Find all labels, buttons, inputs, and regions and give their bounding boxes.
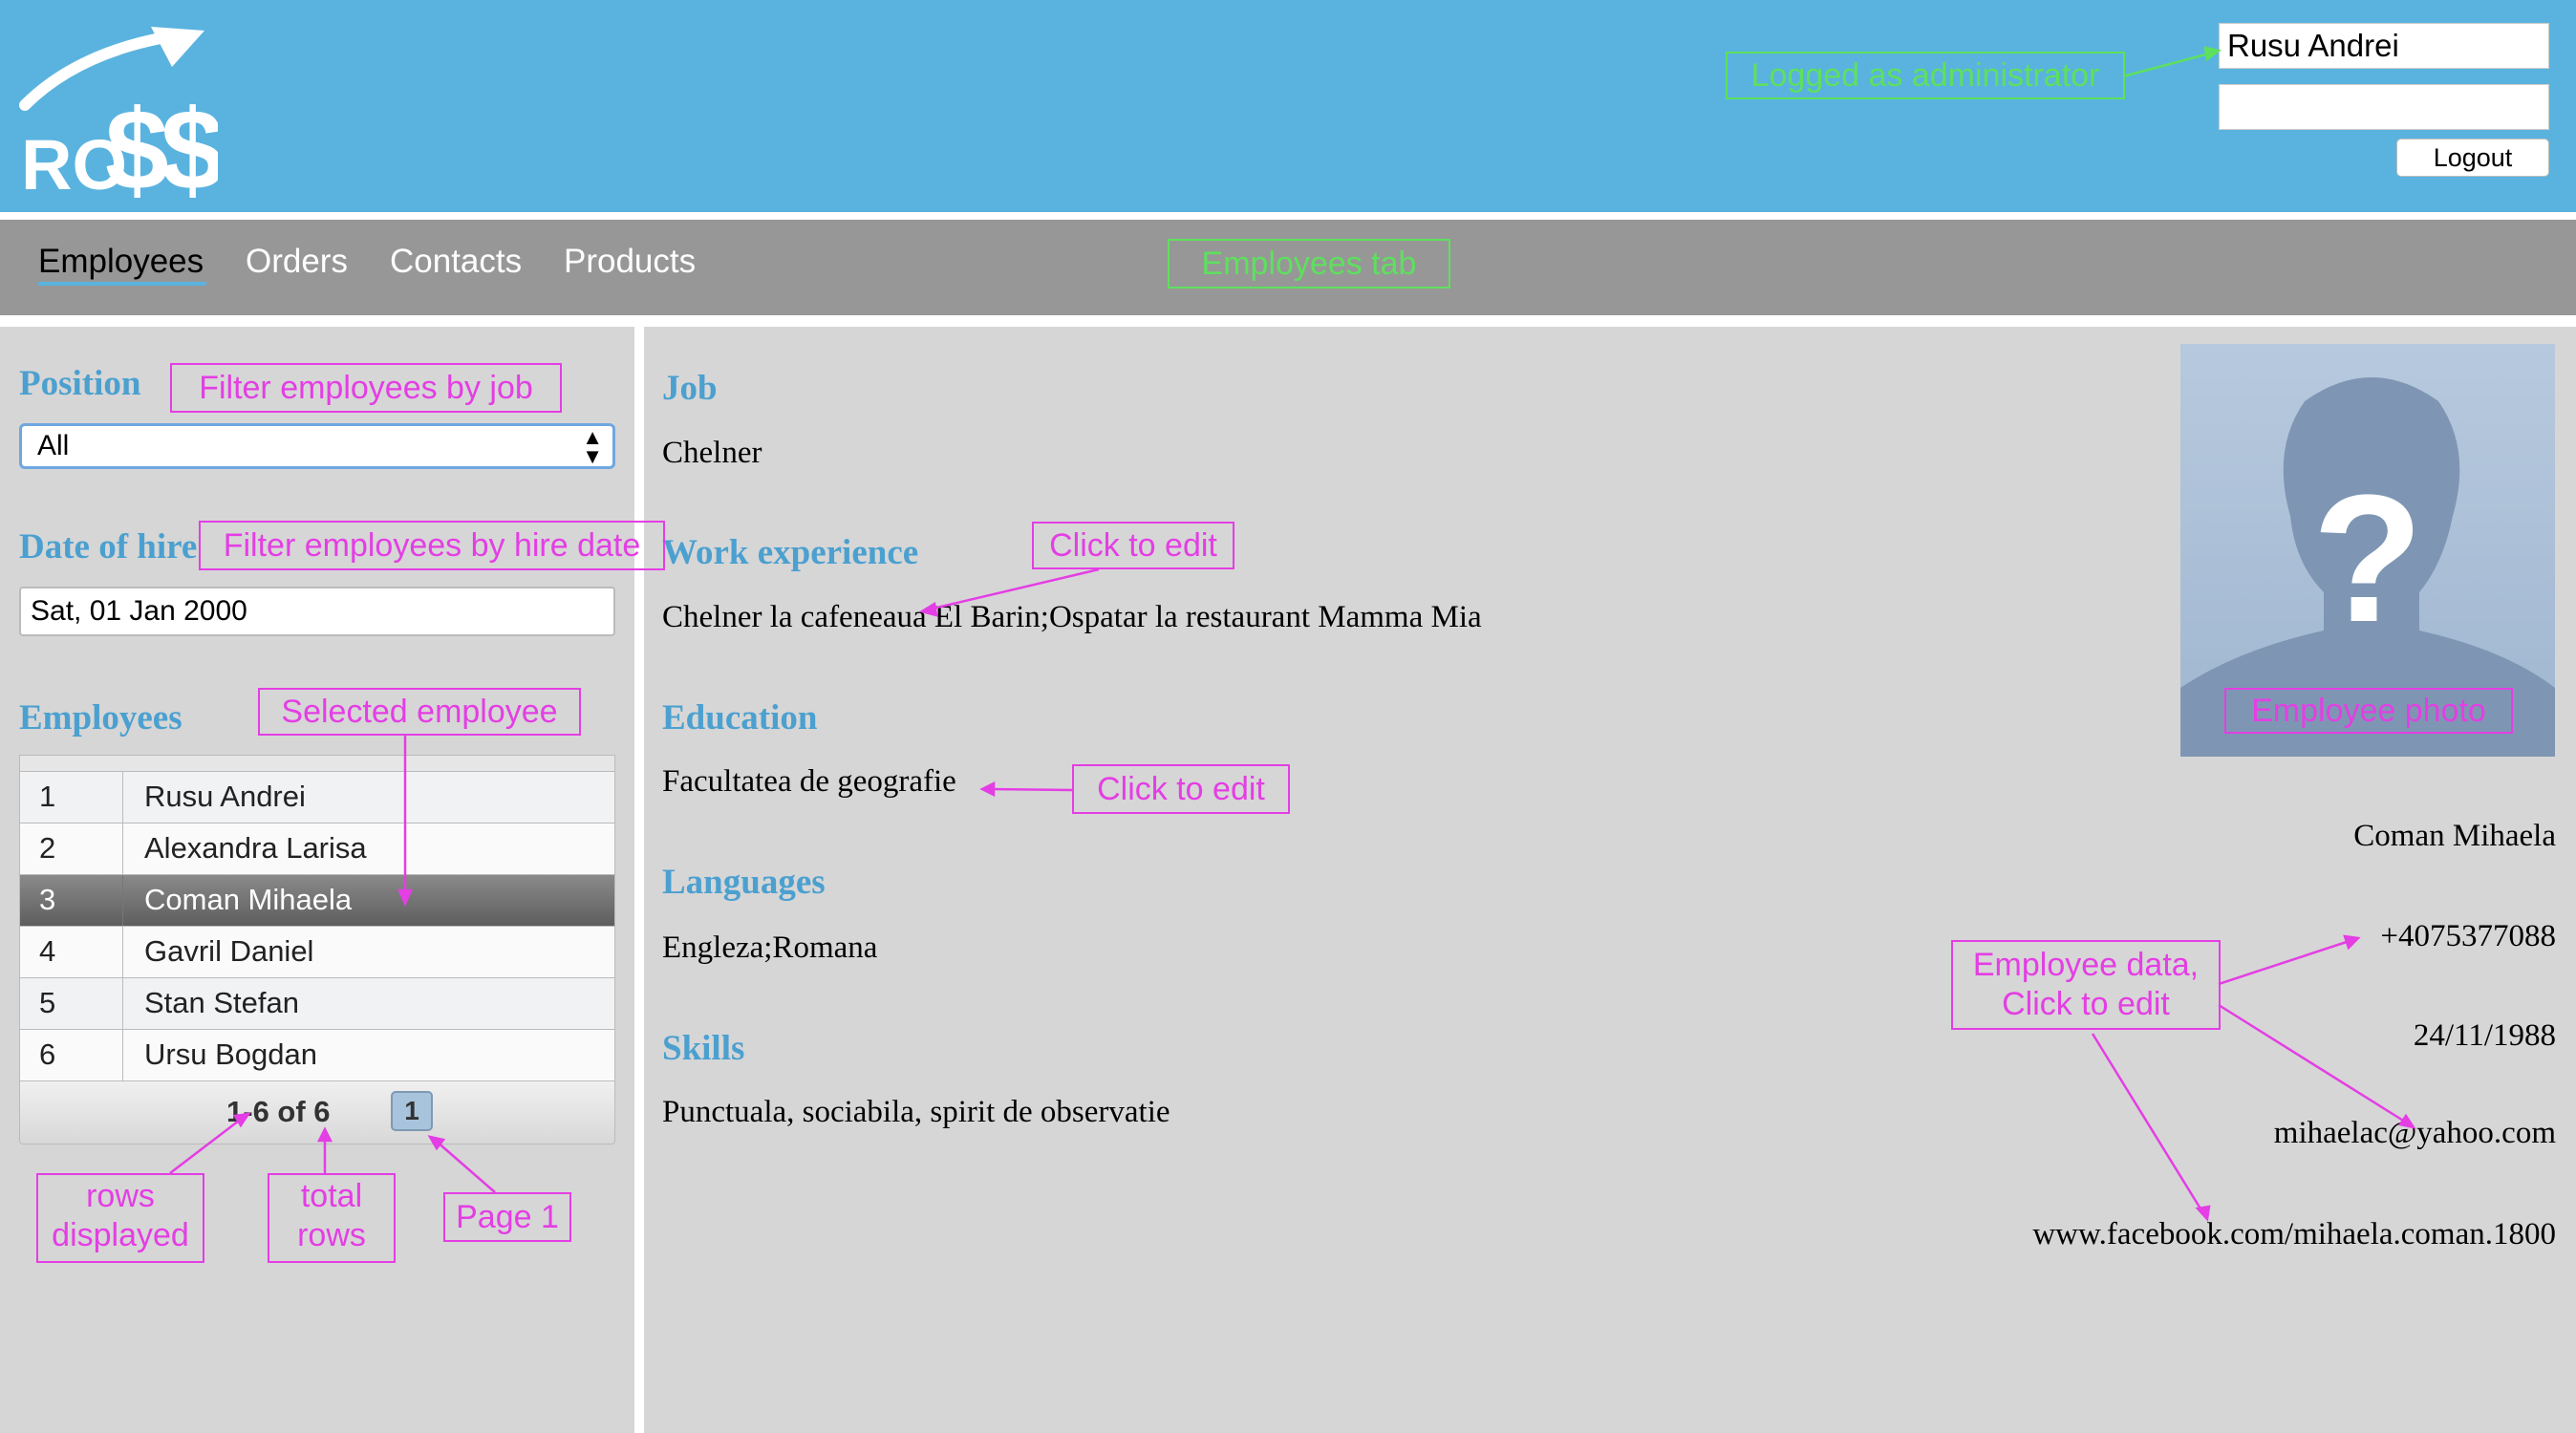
position-select[interactable]: All ▲ ▼ (19, 423, 615, 469)
work-experience-value[interactable]: Chelner la cafeneaua El Barin;Ospatar la… (662, 600, 1482, 635)
tab-contacts[interactable]: Contacts (390, 243, 522, 281)
hire-date-input[interactable]: Sat, 01 Jan 2000 (19, 587, 615, 636)
tab-orders[interactable]: Orders (246, 243, 348, 281)
row-id: 3 (20, 875, 123, 926)
annotation-click-to-edit: Click to edit (1032, 522, 1234, 569)
table-row[interactable]: 2 Alexandra Larisa (19, 823, 615, 875)
row-name: Ursu Bogdan (144, 1037, 317, 1071)
tab-employees[interactable]: Employees (38, 243, 204, 281)
logo-icon: RO $ $ (19, 27, 218, 199)
logout-button[interactable]: Logout (2396, 139, 2549, 177)
annotation-filter-hire: Filter employees by hire date (199, 521, 665, 570)
annotation-employees-tab: Employees tab (1168, 239, 1450, 289)
contact-facebook[interactable]: www.facebook.com/mihaela.coman.1800 (2032, 1217, 2556, 1252)
annotation-rows-displayed: rows displayed (36, 1173, 204, 1263)
row-id: 1 (20, 772, 123, 823)
pager-info: 1-6 of 6 (226, 1095, 331, 1128)
skills-value[interactable]: Punctuala, sociabila, spirit de observat… (662, 1095, 1170, 1130)
row-id: 2 (20, 823, 123, 874)
annotation-logged-as: Logged as administrator (1726, 52, 2125, 99)
table-row-selected[interactable]: 3 Coman Mihaela (19, 875, 615, 927)
svg-text:?: ? (2312, 458, 2423, 660)
annotation-page-1: Page 1 (443, 1192, 571, 1242)
table-body: 1 Rusu Andrei 2 Alexandra Larisa 3 Coman Mi… (19, 772, 615, 1081)
row-name: Coman Mihaela (144, 883, 353, 916)
annotation-selected-employee: Selected employee (258, 688, 581, 736)
svg-text:$: $ (161, 86, 218, 199)
annotation-line: rows (297, 1216, 366, 1253)
annotation-employee-data: Employee data, Click to edit (1951, 940, 2221, 1030)
annotation-filter-job: Filter employees by job (170, 363, 562, 413)
app-header: RO $ $ Rusu Andrei Logout (0, 0, 2576, 212)
tab-products[interactable]: Products (564, 243, 696, 281)
employees-table: 1 Rusu Andrei 2 Alexandra Larisa 3 Coman Mi… (19, 755, 615, 1144)
employees-label: Employees (19, 698, 182, 738)
row-id: 4 (20, 927, 123, 977)
row-name: Alexandra Larisa (144, 831, 367, 865)
row-name: Rusu Andrei (144, 780, 306, 813)
row-name: Stan Stefan (144, 986, 300, 1019)
row-name: Gavril Daniel (144, 934, 314, 968)
hire-date-label: Date of hire (19, 527, 198, 567)
contact-name[interactable]: Coman Mihaela (2353, 819, 2556, 854)
user-name-field: Rusu Andrei (2219, 23, 2549, 69)
annotation-total-rows: total rows (268, 1173, 396, 1263)
table-row[interactable]: 5 Stan Stefan (19, 978, 615, 1030)
languages-label: Languages (662, 863, 826, 902)
user-role-field (2219, 84, 2549, 130)
row-id: 6 (20, 1030, 123, 1080)
annotation-click-to-edit: Click to edit (1072, 764, 1290, 814)
annotation-line: rows (86, 1178, 155, 1214)
table-row[interactable]: 4 Gavril Daniel (19, 927, 615, 978)
job-label: Job (662, 369, 718, 408)
languages-value[interactable]: Engleza;Romana (662, 930, 877, 966)
contact-email[interactable]: mihaelac@yahoo.com (2274, 1116, 2556, 1151)
contact-birthdate[interactable]: 24/11/1988 (2414, 1018, 2556, 1054)
table-header (19, 755, 615, 772)
education-value[interactable]: Facultatea de geografie (662, 764, 956, 800)
annotation-line: Employee data, (1972, 947, 2200, 983)
annotation-line: Click to edit (2002, 985, 2170, 1022)
contact-phone[interactable]: +4075377088 (2380, 919, 2556, 954)
active-tab-indicator (38, 282, 206, 286)
position-label: Position (19, 364, 141, 403)
skills-label: Skills (662, 1029, 745, 1068)
up-down-arrows-icon: ▲ ▼ (582, 425, 603, 468)
page-1-button[interactable]: 1 (391, 1091, 433, 1131)
education-label: Education (662, 698, 818, 738)
table-pager: 1-6 of 6 1 (19, 1081, 615, 1144)
table-row[interactable]: 6 Ursu Bogdan (19, 1030, 615, 1081)
annotation-employee-photo: Employee photo (2224, 688, 2513, 734)
work-experience-label: Work experience (662, 533, 919, 572)
svg-text:$: $ (105, 86, 169, 199)
table-row[interactable]: 1 Rusu Andrei (19, 772, 615, 823)
annotation-line: total (300, 1178, 363, 1214)
row-id: 5 (20, 978, 123, 1029)
job-value[interactable]: Chelner (662, 436, 762, 471)
position-select-value: All (37, 430, 70, 461)
annotation-line: displayed (52, 1216, 189, 1253)
